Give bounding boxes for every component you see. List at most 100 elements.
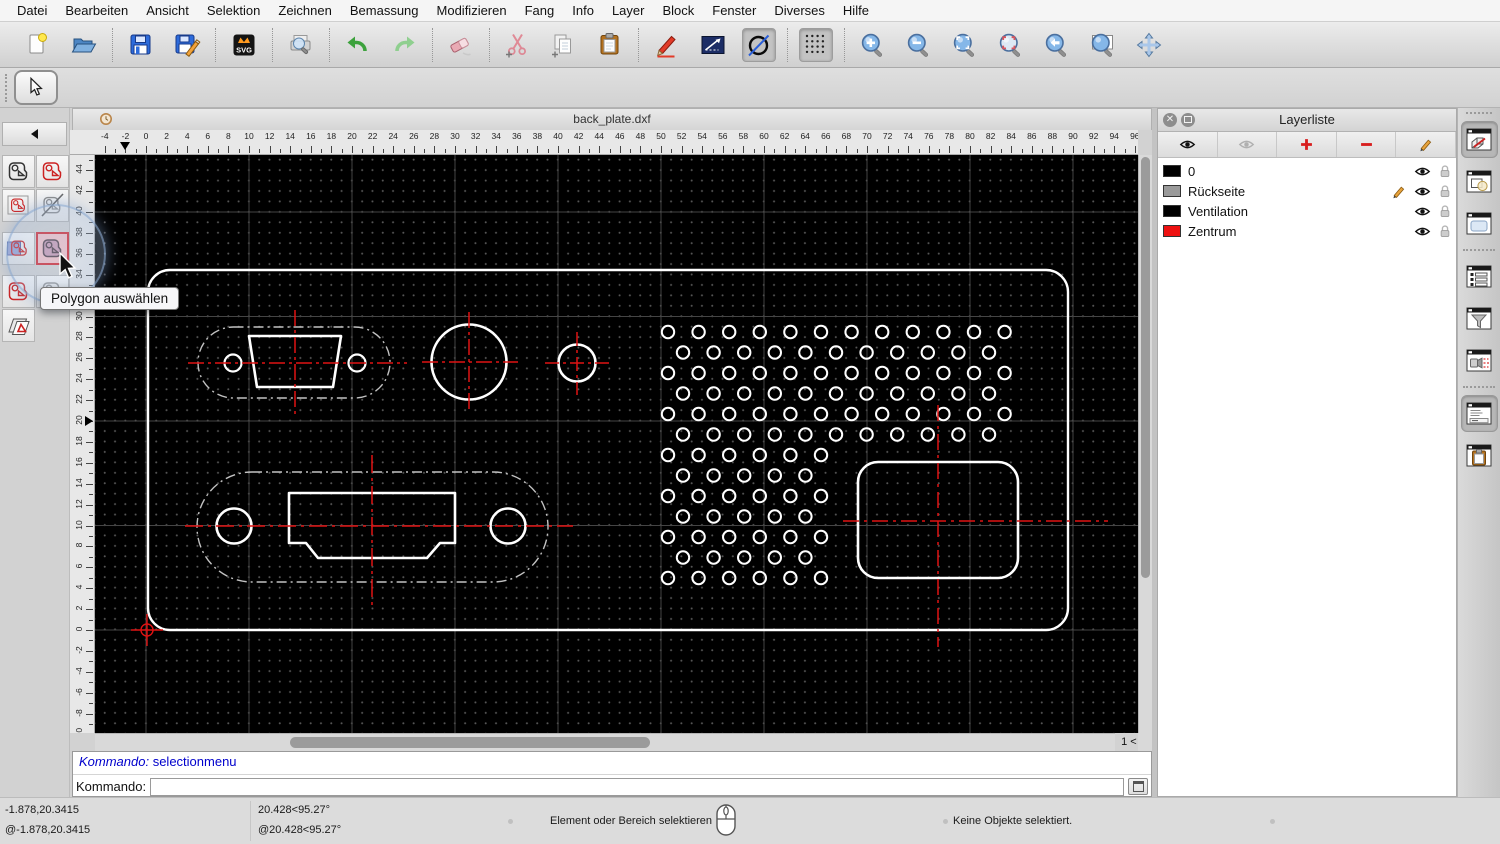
menu-modifizieren[interactable]: Modifizieren bbox=[428, 0, 516, 21]
ventilation-hole[interactable] bbox=[675, 386, 691, 401]
svg-export-button[interactable]: SVG bbox=[227, 28, 261, 62]
show-all-layers-button[interactable] bbox=[1158, 132, 1218, 157]
ventilation-hole[interactable] bbox=[890, 345, 905, 360]
drawing-canvas[interactable] bbox=[95, 155, 1138, 733]
ventilation-hole[interactable] bbox=[767, 468, 782, 483]
ventilation-hole[interactable] bbox=[660, 570, 676, 586]
layer-lock-icon[interactable] bbox=[1439, 164, 1451, 178]
vertical-scroll-thumb[interactable] bbox=[1141, 157, 1150, 578]
ventilation-hole[interactable] bbox=[767, 386, 782, 401]
document-window-titlebar[interactable]: back_plate.dxf bbox=[72, 108, 1152, 130]
layer-visibility-icon[interactable] bbox=[1413, 204, 1432, 219]
ventilation-hole[interactable] bbox=[722, 324, 737, 340]
ventilation-hole[interactable] bbox=[875, 406, 890, 422]
ventilation-hole[interactable] bbox=[798, 550, 813, 565]
menu-bemassung[interactable]: Bemassung bbox=[341, 0, 428, 21]
ventilation-hole[interactable] bbox=[783, 365, 798, 381]
zoom-in-button[interactable] bbox=[856, 28, 890, 62]
layer-name[interactable]: Ventilation bbox=[1188, 204, 1406, 219]
ventilation-hole[interactable] bbox=[997, 365, 1012, 381]
small-round-hole[interactable] bbox=[545, 332, 609, 395]
vertical-scrollbar[interactable] bbox=[1138, 155, 1152, 733]
ventilation-hole[interactable] bbox=[691, 529, 706, 545]
layer-color-swatch[interactable] bbox=[1163, 165, 1181, 177]
horizontal-scrollbar[interactable] bbox=[95, 733, 1115, 751]
measure-distance-button[interactable] bbox=[696, 28, 730, 62]
layer-row[interactable]: 0 bbox=[1158, 161, 1456, 181]
zoom-auto-button[interactable] bbox=[948, 28, 982, 62]
ventilation-hole[interactable] bbox=[798, 509, 813, 524]
ventilation-hole[interactable] bbox=[981, 345, 997, 360]
ventilation-hole[interactable] bbox=[828, 386, 844, 401]
ventilation-hole[interactable] bbox=[783, 447, 798, 463]
hdmi-cutout[interactable] bbox=[185, 455, 573, 605]
redo-button[interactable] bbox=[387, 28, 421, 62]
ventilation-hole[interactable] bbox=[844, 365, 859, 381]
print-preview-button[interactable] bbox=[284, 28, 318, 62]
ventilation-hole[interactable] bbox=[660, 447, 676, 463]
ventilation-hole[interactable] bbox=[737, 509, 752, 524]
save-button[interactable] bbox=[124, 28, 158, 62]
zoom-window-button[interactable] bbox=[1086, 28, 1120, 62]
menu-info[interactable]: Info bbox=[563, 0, 603, 21]
layer-lock-icon[interactable] bbox=[1439, 184, 1451, 198]
menu-block[interactable]: Block bbox=[653, 0, 703, 21]
ventilation-hole[interactable] bbox=[783, 570, 798, 586]
ventilation-hole[interactable] bbox=[722, 570, 737, 586]
ventilation-hole[interactable] bbox=[813, 570, 829, 586]
ventilation-hole[interactable] bbox=[722, 365, 737, 381]
ventilation-hole[interactable] bbox=[813, 447, 829, 463]
ventilation-hole[interactable] bbox=[875, 324, 890, 340]
layer-visibility-icon[interactable] bbox=[1413, 164, 1432, 179]
large-round-hole[interactable] bbox=[422, 312, 518, 413]
layer-row[interactable]: Zentrum bbox=[1158, 221, 1456, 241]
zoom-selection-button[interactable] bbox=[994, 28, 1028, 62]
ventilation-hole[interactable] bbox=[722, 447, 737, 463]
ventilation-hole[interactable] bbox=[981, 427, 997, 442]
ventilation-hole[interactable] bbox=[905, 365, 920, 381]
ventilation-hole[interactable] bbox=[767, 509, 782, 524]
ventilation-hole[interactable] bbox=[691, 365, 706, 381]
delete-button[interactable] bbox=[444, 28, 478, 62]
ventilation-hole[interactable] bbox=[875, 365, 890, 381]
back-button[interactable] bbox=[2, 122, 67, 146]
menu-datei[interactable]: Datei bbox=[8, 0, 56, 21]
ventilation-hole[interactable] bbox=[844, 406, 859, 422]
menu-ansicht[interactable]: Ansicht bbox=[137, 0, 198, 21]
command-line-panel-button[interactable] bbox=[1460, 395, 1498, 432]
ventilation-hole[interactable] bbox=[660, 365, 676, 381]
ventilation-hole[interactable] bbox=[951, 386, 966, 401]
ventilation-hole[interactable] bbox=[997, 324, 1012, 340]
ventilation-hole[interactable] bbox=[890, 427, 905, 442]
select-contour-tool[interactable] bbox=[1, 274, 35, 308]
layer-name[interactable]: Zentrum bbox=[1188, 224, 1406, 239]
grid-toggle-button[interactable] bbox=[799, 27, 833, 62]
ventilation-hole[interactable] bbox=[706, 427, 721, 442]
ventilation-hole[interactable] bbox=[798, 427, 813, 442]
toolbar-drag-handle[interactable] bbox=[5, 74, 10, 102]
remove-layer-button[interactable] bbox=[1337, 132, 1397, 157]
ventilation-hole[interactable] bbox=[660, 488, 676, 504]
library-browser-panel-button[interactable] bbox=[1461, 205, 1498, 242]
ventilation-hole[interactable] bbox=[706, 345, 721, 360]
inspection-tool-panel-button[interactable] bbox=[1461, 342, 1498, 379]
ventilation-hole[interactable] bbox=[783, 529, 798, 545]
menu-layer[interactable]: Layer bbox=[603, 0, 654, 21]
block-list-panel-button[interactable] bbox=[1461, 163, 1498, 200]
ventilation-hole[interactable] bbox=[783, 406, 798, 422]
ventilation-hole[interactable] bbox=[722, 529, 737, 545]
save-as-button[interactable] bbox=[170, 28, 204, 62]
ventilation-hole[interactable] bbox=[828, 427, 844, 442]
back-plate-outline[interactable] bbox=[146, 268, 1070, 632]
ventilation-hole[interactable] bbox=[905, 324, 920, 340]
zoom-previous-button[interactable] bbox=[1040, 28, 1074, 62]
hide-all-layers-button[interactable] bbox=[1218, 132, 1278, 157]
ventilation-hole[interactable] bbox=[767, 550, 782, 565]
zoom-out-button[interactable] bbox=[902, 28, 936, 62]
ventilation-hole[interactable] bbox=[737, 386, 752, 401]
ventilation-hole[interactable] bbox=[813, 406, 829, 422]
selection-arrow-tool-button[interactable] bbox=[14, 70, 58, 105]
layer-row[interactable]: Ventilation bbox=[1158, 201, 1456, 221]
view-list-panel-button[interactable] bbox=[1461, 258, 1498, 295]
deselect-window-tool[interactable] bbox=[35, 188, 69, 222]
